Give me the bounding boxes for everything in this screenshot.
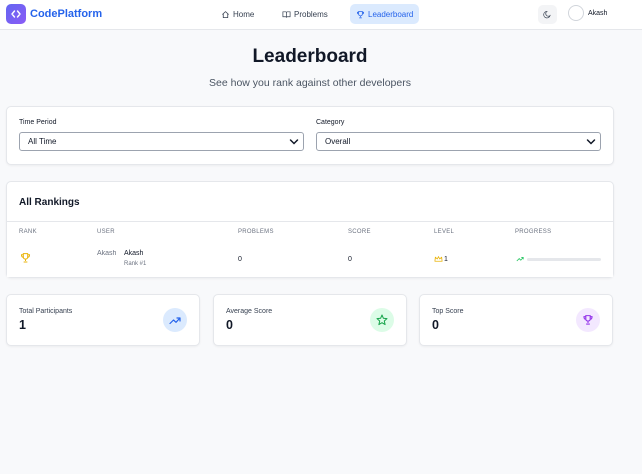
star-icon — [370, 308, 394, 332]
rankings-card: All Rankings RANK USER PROBLEMS SCORE LE… — [6, 181, 614, 278]
category-filter: Category Overall — [316, 119, 601, 151]
nav-problems-label: Problems — [294, 9, 328, 19]
row-user-name: Akash — [124, 250, 144, 257]
code-brackets-icon — [6, 4, 26, 24]
time-period-select[interactable]: All Time — [19, 132, 304, 151]
nav-leaderboard-label: Leaderboard — [368, 9, 414, 19]
nav-problems[interactable]: Problems — [276, 4, 334, 24]
row-score: 0 — [348, 256, 352, 263]
trophy-icon — [576, 308, 600, 332]
theme-toggle-button[interactable] — [538, 5, 557, 24]
row-problems: 0 — [238, 256, 242, 263]
trophy-icon — [20, 253, 31, 263]
top-navbar: CodePlatform Home Problems Leaderboard A… — [0, 0, 642, 30]
category-select[interactable]: Overall — [316, 132, 601, 151]
column-header-level: LEVEL — [434, 229, 455, 235]
stat-value: 1 — [19, 318, 26, 332]
progress-bar — [527, 258, 601, 261]
category-label: Category — [316, 119, 345, 126]
brand-name: CodePlatform — [30, 8, 103, 20]
column-header-user: USER — [97, 229, 115, 235]
crown-icon — [434, 256, 443, 262]
time-period-label: Time Period — [19, 119, 57, 126]
stat-label: Average Score — [226, 308, 273, 315]
category-value: Overall — [325, 137, 351, 146]
filters-card: Time Period All Time Category Overall — [6, 106, 614, 165]
table-row[interactable]: Akash Akash Rank #1 0 0 1 — [7, 241, 613, 277]
time-period-filter: Time Period All Time — [19, 119, 304, 151]
user-avatar — [568, 5, 584, 21]
divider — [7, 221, 613, 222]
page-title: Leaderboard — [252, 46, 368, 67]
moon-icon — [543, 11, 551, 19]
chevron-down-icon — [289, 139, 299, 145]
column-header-score: SCORE — [348, 229, 371, 235]
column-header-progress: PROGRESS — [515, 229, 552, 235]
row-level: 1 — [444, 256, 448, 263]
nav-home[interactable]: Home — [215, 4, 260, 24]
stat-label: Top Score — [432, 308, 464, 315]
trending-up-icon — [163, 308, 187, 332]
trophy-icon — [356, 10, 365, 18]
column-header-problems: PROBLEMS — [238, 229, 274, 235]
brand[interactable]: CodePlatform — [6, 4, 102, 24]
column-header-rank: RANK — [19, 229, 37, 235]
stat-card-top-score: Top Score 0 — [419, 294, 613, 346]
page-subtitle: See how you rank against other developer… — [209, 77, 411, 89]
home-icon — [222, 10, 229, 18]
stat-label: Total Participants — [19, 308, 73, 315]
nav-home-label: Home — [233, 9, 255, 19]
stat-card-average-score: Average Score 0 — [213, 294, 407, 346]
user-menu[interactable]: Akash — [568, 5, 607, 21]
trending-up-icon — [516, 257, 524, 262]
book-icon — [282, 10, 291, 18]
stat-value: 0 — [226, 318, 233, 332]
chevron-down-icon — [586, 139, 596, 145]
rankings-title: All Rankings — [19, 197, 80, 208]
user-name: Akash — [588, 9, 608, 17]
stat-card-total-participants: Total Participants 1 — [6, 294, 200, 346]
nav-leaderboard[interactable]: Leaderboard — [350, 4, 420, 24]
stat-value: 0 — [432, 318, 439, 332]
avatar: Akash — [97, 250, 117, 257]
row-rank-label: Rank #1 — [124, 261, 147, 267]
time-period-value: All Time — [28, 137, 57, 146]
